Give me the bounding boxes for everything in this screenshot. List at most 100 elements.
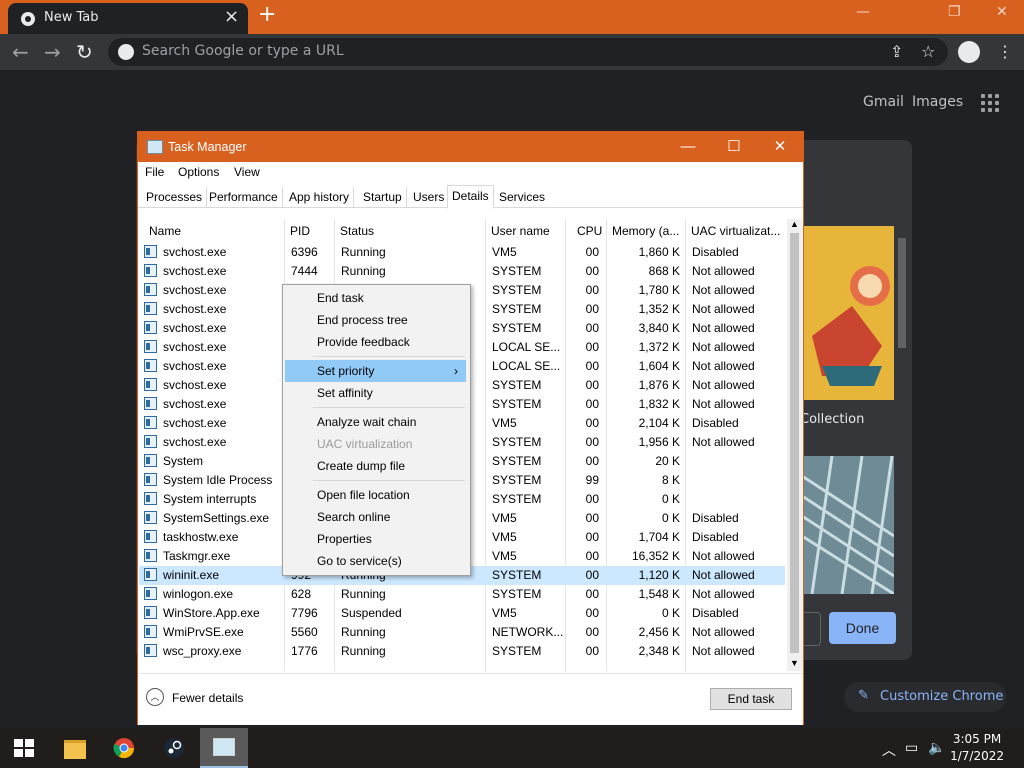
cell-cpu: 00	[585, 454, 599, 468]
cell-user: SYSTEM	[492, 644, 542, 658]
cell-name: wininit.exe	[163, 568, 220, 582]
restore-icon[interactable]: ❐	[948, 4, 961, 20]
volume-muted-icon[interactable]: 🔈	[928, 740, 945, 756]
taskbar-clock[interactable]: 3:05 PM 1/7/2022	[950, 731, 1004, 765]
context-menu-item[interactable]: Go to service(s)	[285, 550, 466, 572]
start-button[interactable]	[0, 728, 48, 768]
scroll-up-icon[interactable]: ▲	[790, 219, 799, 229]
taskbar-task-manager[interactable]	[200, 728, 248, 768]
tm-close-icon[interactable]: ✕	[757, 135, 803, 159]
menu-file[interactable]: File	[145, 165, 164, 179]
sort-caret-icon: ^	[208, 219, 212, 221]
close-window-icon[interactable]: ✕	[996, 4, 1008, 20]
process-icon	[144, 549, 157, 562]
cell-cpu: 00	[585, 416, 599, 430]
network-icon[interactable]: ▭	[905, 740, 918, 756]
col-header-pid[interactable]: PID	[290, 219, 310, 243]
fewer-details-link[interactable]: Fewer details	[172, 691, 243, 705]
table-scrollbar[interactable]: ▲ ▼	[787, 219, 802, 671]
task-manager-tabs: Processes Performance App history Startu…	[138, 185, 803, 209]
scroll-down-icon[interactable]: ▼	[790, 658, 799, 668]
col-header-cpu[interactable]: CPU	[577, 219, 602, 243]
background-thumbnail[interactable]	[802, 226, 894, 400]
windows-logo-icon	[14, 739, 34, 757]
col-header-status[interactable]: Status	[340, 219, 374, 243]
menu-kebab-icon[interactable]: ⋮	[997, 42, 1013, 61]
cell-mem: 1,780 K	[638, 283, 680, 297]
gmail-link[interactable]: Gmail	[863, 94, 904, 110]
windows-taskbar: ︿ ▭ 🔈 3:05 PM 1/7/2022	[0, 728, 1024, 768]
tab-startup[interactable]: Startup	[359, 187, 407, 207]
cell-cpu: 00	[585, 283, 599, 297]
context-menu: End task End process tree Provide feedback…	[282, 284, 471, 576]
task-manager-footer: ︿ Fewer details End task	[138, 673, 803, 725]
cell-cpu: 00	[585, 378, 599, 392]
table-row[interactable]: wsc_proxy.exe 1776 Running SYSTEM 00 2,348 K N…	[139, 642, 785, 661]
customize-chrome-button[interactable]: ✎ Customize Chrome	[844, 682, 1006, 712]
minimize-icon[interactable]: —	[856, 4, 870, 20]
chevron-up-icon[interactable]: ︿	[146, 688, 164, 706]
col-header-user[interactable]: User name	[491, 219, 550, 243]
tab-users[interactable]: Users	[409, 187, 450, 207]
context-menu-item[interactable]: Analyze wait chain	[285, 411, 466, 433]
bookmark-star-icon[interactable]: ☆	[921, 42, 935, 61]
table-row[interactable]: svchost.exe 6396 Running VM5 00 1,860 K Disabl…	[139, 243, 785, 262]
scrollbar-thumb[interactable]	[790, 233, 799, 653]
process-icon	[144, 397, 157, 410]
table-row[interactable]: winlogon.exe 628 Running SYSTEM 00 1,548 K Not…	[139, 585, 785, 604]
forward-icon[interactable]: →	[44, 40, 61, 64]
taskbar-steam[interactable]	[150, 728, 198, 768]
tm-maximize-icon[interactable]: ☐	[711, 135, 757, 159]
cell-cpu: 00	[585, 302, 599, 316]
task-manager-titlebar[interactable]: Task Manager — ☐ ✕	[138, 132, 803, 162]
tab-services[interactable]: Services	[495, 187, 549, 207]
profile-icon[interactable]	[958, 41, 980, 63]
context-menu-item[interactable]: Provide feedback	[285, 331, 466, 353]
done-button[interactable]: Done	[829, 612, 896, 644]
new-tab-button[interactable]: +	[258, 2, 276, 27]
menu-options[interactable]: Options	[178, 165, 219, 179]
process-icon	[144, 435, 157, 448]
close-tab-icon[interactable]: ×	[224, 6, 239, 27]
tm-minimize-icon[interactable]: —	[665, 135, 711, 159]
tab-performance[interactable]: Performance	[205, 187, 283, 207]
col-header-uac[interactable]: UAC virtualizat...	[691, 219, 780, 243]
images-link[interactable]: Images	[912, 94, 963, 110]
col-header-memory[interactable]: Memory (a...	[612, 219, 679, 243]
cell-user: LOCAL SE...	[492, 340, 561, 354]
apps-grid-icon[interactable]	[981, 94, 999, 112]
context-menu-item[interactable]: Properties	[285, 528, 466, 550]
tab-new-tab[interactable]: New Tab ×	[8, 3, 248, 34]
col-header-name[interactable]: Name	[149, 219, 181, 243]
context-menu-item[interactable]: Open file location	[285, 484, 466, 506]
table-row[interactable]: WinStore.App.exe 7796 Suspended VM5 00 0 K Dis…	[139, 604, 785, 623]
cell-uac: Not allowed	[692, 625, 755, 639]
share-icon[interactable]: ⇪	[890, 42, 903, 61]
taskbar-file-explorer[interactable]	[50, 728, 98, 768]
reload-icon[interactable]: ↻	[76, 40, 93, 64]
context-menu-item[interactable]: Set affinity	[285, 382, 466, 404]
context-menu-item[interactable]: Create dump file	[285, 455, 466, 477]
table-row[interactable]: WmiPrvSE.exe 5560 Running NETWORK... 00 2,456…	[139, 623, 785, 642]
context-menu-item[interactable]: End process tree	[285, 309, 466, 331]
table-row[interactable]: svchost.exe 7444 Running SYSTEM 00 868 K Not a…	[139, 262, 785, 281]
cell-name: WinStore.App.exe	[163, 606, 260, 620]
cell-user: SYSTEM	[492, 264, 542, 278]
cell-uac: Not allowed	[692, 340, 755, 354]
context-menu-item[interactable]: Search online	[285, 506, 466, 528]
menu-view[interactable]: View	[234, 165, 260, 179]
dialog-scrollbar[interactable]	[895, 224, 909, 594]
tab-processes[interactable]: Processes	[142, 187, 208, 207]
tab-details[interactable]: Details	[447, 185, 494, 209]
end-task-button[interactable]: End task	[710, 688, 792, 710]
taskbar-chrome[interactable]	[100, 728, 148, 768]
process-icon	[144, 359, 157, 372]
context-menu-item[interactable]: End task	[285, 287, 466, 309]
cell-user: SYSTEM	[492, 321, 542, 335]
tab-app-history[interactable]: App history	[285, 187, 355, 207]
back-icon[interactable]: ←	[12, 40, 29, 64]
show-hidden-icons-icon[interactable]: ︿	[882, 740, 896, 760]
cell-name: svchost.exe	[163, 416, 227, 430]
background-thumbnail[interactable]	[802, 456, 894, 594]
context-menu-item[interactable]: Set priority ›	[285, 360, 466, 382]
